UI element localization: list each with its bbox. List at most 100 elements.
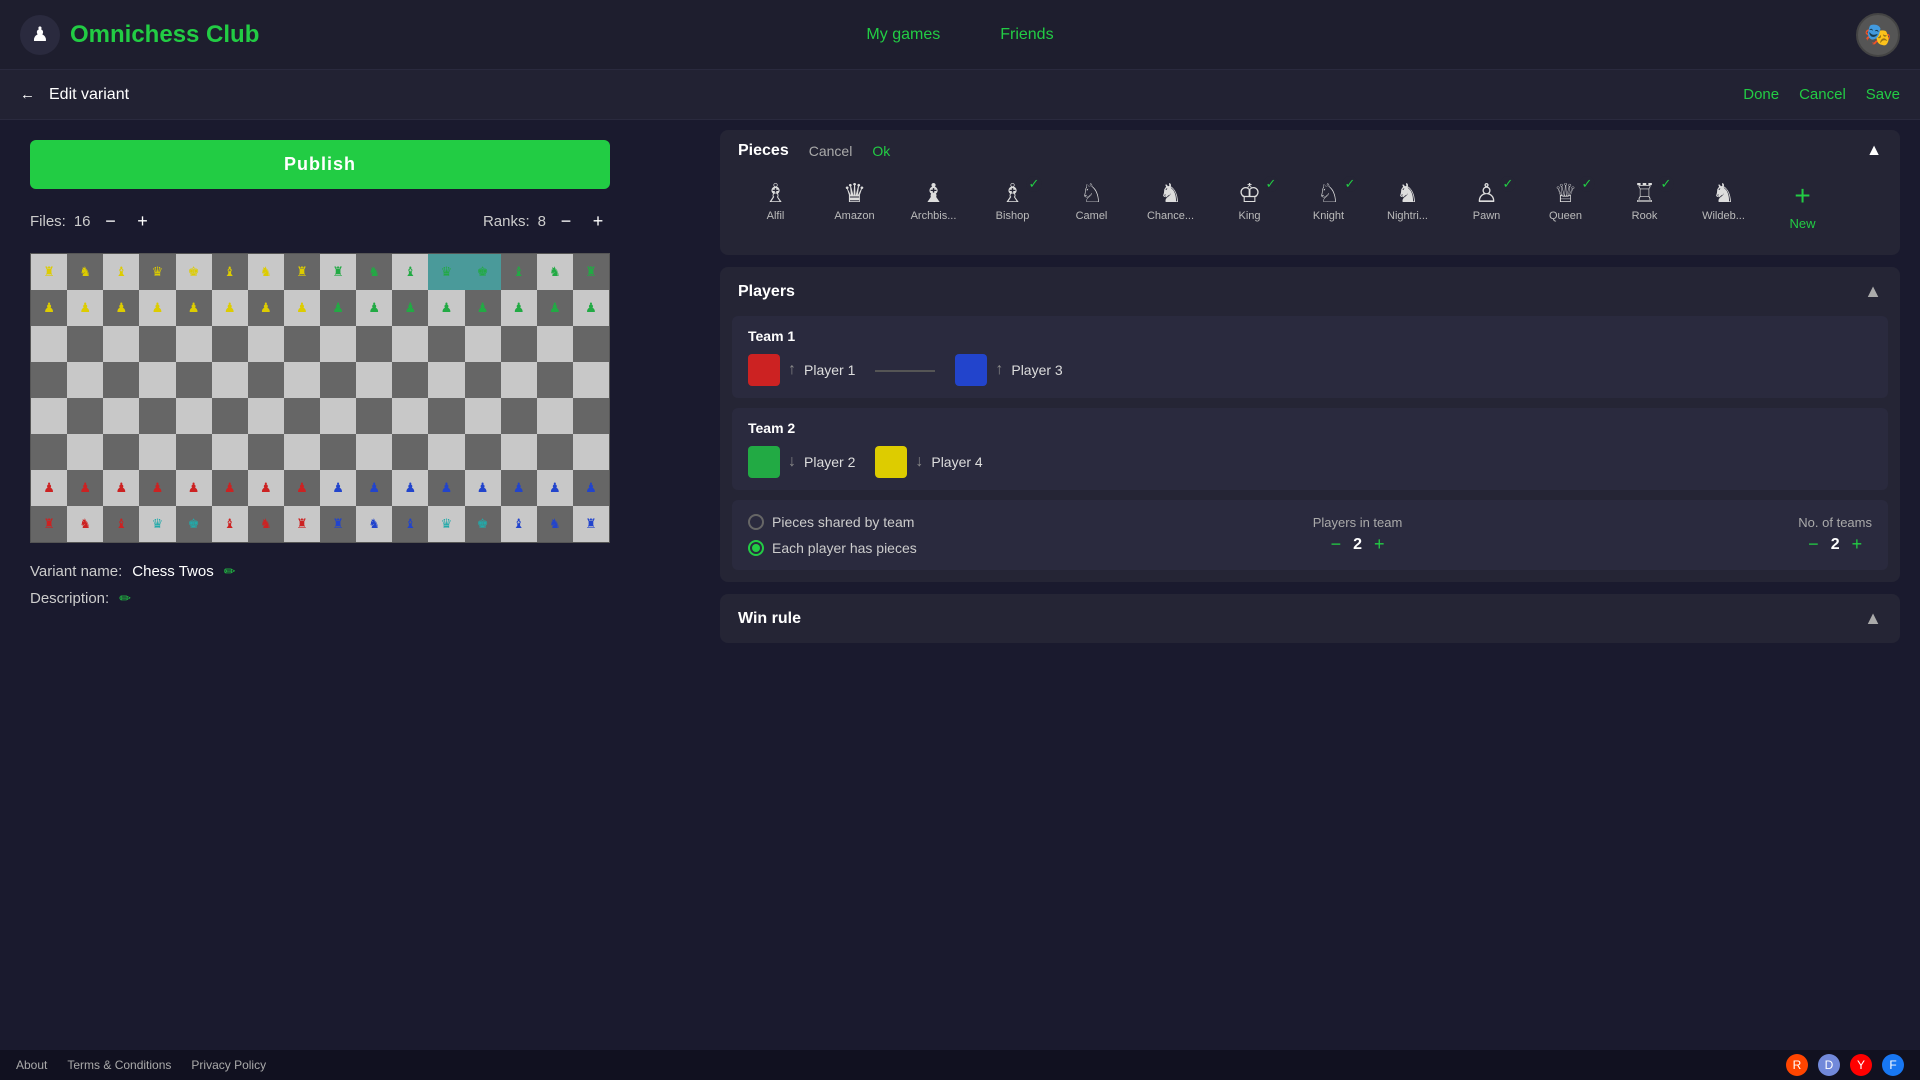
chess-cell[interactable]: ♟ [176, 470, 212, 506]
chess-cell[interactable]: ♚ [176, 254, 212, 290]
chess-cell[interactable]: ♟ [248, 470, 284, 506]
chess-cell[interactable]: ♞ [356, 254, 392, 290]
chess-cell[interactable]: ♟ [176, 290, 212, 326]
files-decrease-button[interactable]: − [99, 209, 123, 233]
discord-icon[interactable]: D [1818, 1054, 1840, 1076]
chess-cell[interactable]: ♝ [103, 506, 139, 542]
chess-cell[interactable] [176, 362, 212, 398]
chess-cell[interactable]: ♟ [67, 290, 103, 326]
chess-board[interactable]: ♜♞♝♛♚♝♞♜♜♞♝♛♚♝♞♜♟♟♟♟♟♟♟♟♟♟♟♟♟♟♟♟♟♟♟♟♟♟♟♟… [30, 253, 610, 543]
piece-item[interactable]: ♞ Nightri... [1370, 172, 1445, 239]
chess-cell[interactable]: ♟ [284, 470, 320, 506]
chess-cell[interactable]: ♟ [139, 470, 175, 506]
chess-cell[interactable]: ♟ [537, 290, 573, 326]
chess-cell[interactable] [67, 362, 103, 398]
chess-cell[interactable] [573, 362, 609, 398]
piece-item[interactable]: ♗ Bishop ✓ [975, 172, 1050, 239]
chess-cell[interactable] [392, 398, 428, 434]
no-of-teams-increase[interactable]: + [1852, 534, 1863, 555]
chess-cell[interactable]: ♟ [428, 290, 464, 326]
chess-cell[interactable] [428, 398, 464, 434]
footer-terms[interactable]: Terms & Conditions [67, 1058, 171, 1072]
youtube-icon[interactable]: Y [1850, 1054, 1872, 1076]
chess-cell[interactable]: ♟ [284, 290, 320, 326]
chess-cell[interactable] [212, 362, 248, 398]
done-button[interactable]: Done [1743, 86, 1779, 103]
piece-item[interactable]: ♘ Camel [1054, 172, 1129, 239]
chess-cell[interactable] [356, 362, 392, 398]
chess-cell[interactable] [139, 434, 175, 470]
chess-cell[interactable]: ♟ [501, 290, 537, 326]
piece-item[interactable]: ♘ Knight ✓ [1291, 172, 1366, 239]
piece-item[interactable]: ♞ Wildeb... [1686, 172, 1761, 239]
files-increase-button[interactable]: + [131, 209, 155, 233]
chess-cell[interactable] [537, 326, 573, 362]
chess-cell[interactable] [67, 398, 103, 434]
chess-cell[interactable]: ♞ [67, 506, 103, 542]
chess-cell[interactable]: ♜ [320, 506, 356, 542]
chess-cell[interactable]: ♟ [428, 470, 464, 506]
chess-cell[interactable] [139, 398, 175, 434]
chess-cell[interactable]: ♟ [501, 470, 537, 506]
piece-item[interactable]: ♛ Amazon [817, 172, 892, 239]
chess-cell[interactable] [428, 434, 464, 470]
chess-cell[interactable] [392, 434, 428, 470]
chess-cell[interactable]: ♜ [31, 254, 67, 290]
chess-cell[interactable] [392, 362, 428, 398]
chess-cell[interactable] [212, 398, 248, 434]
chess-cell[interactable] [356, 434, 392, 470]
chess-cell[interactable] [465, 362, 501, 398]
chess-cell[interactable] [103, 398, 139, 434]
chess-cell[interactable]: ♟ [392, 290, 428, 326]
chess-cell[interactable] [573, 434, 609, 470]
chess-cell[interactable]: ♝ [501, 506, 537, 542]
ranks-decrease-button[interactable]: − [554, 209, 578, 233]
pieces-cancel-button[interactable]: Cancel [809, 143, 853, 159]
chess-cell[interactable] [103, 434, 139, 470]
chess-cell[interactable] [31, 398, 67, 434]
piece-item[interactable]: ♙ Pawn ✓ [1449, 172, 1524, 239]
chess-cell[interactable]: ♜ [573, 254, 609, 290]
avatar[interactable]: 🎭 [1856, 13, 1900, 57]
chess-cell[interactable]: ♝ [103, 254, 139, 290]
chess-cell[interactable]: ♝ [212, 254, 248, 290]
chess-cell[interactable] [320, 362, 356, 398]
chess-cell[interactable]: ♞ [67, 254, 103, 290]
chess-cell[interactable] [501, 434, 537, 470]
chess-cell[interactable] [284, 326, 320, 362]
chess-cell[interactable] [537, 434, 573, 470]
chess-cell[interactable]: ♛ [428, 254, 464, 290]
chess-cell[interactable] [67, 326, 103, 362]
chess-cell[interactable]: ♛ [139, 506, 175, 542]
chess-cell[interactable] [31, 434, 67, 470]
chess-cell[interactable] [428, 362, 464, 398]
save-button[interactable]: Save [1866, 86, 1900, 103]
chess-cell[interactable] [537, 362, 573, 398]
chess-cell[interactable] [284, 398, 320, 434]
chess-cell[interactable] [248, 326, 284, 362]
variant-name-edit-icon[interactable]: ✏ [224, 563, 236, 580]
ranks-increase-button[interactable]: + [586, 209, 610, 233]
description-edit-icon[interactable]: ✏ [119, 590, 131, 607]
chess-cell[interactable] [573, 398, 609, 434]
players-in-team-increase[interactable]: + [1374, 534, 1385, 555]
chess-cell[interactable]: ♟ [356, 290, 392, 326]
chess-cell[interactable]: ♟ [103, 470, 139, 506]
pieces-ok-button[interactable]: Ok [872, 143, 890, 159]
chess-cell[interactable] [356, 326, 392, 362]
chess-cell[interactable] [248, 398, 284, 434]
chess-cell[interactable]: ♟ [537, 470, 573, 506]
chess-cell[interactable] [573, 326, 609, 362]
chess-cell[interactable] [176, 326, 212, 362]
piece-item[interactable]: +New [1765, 172, 1840, 239]
chess-cell[interactable] [320, 398, 356, 434]
chess-cell[interactable]: ♚ [176, 506, 212, 542]
pieces-collapse-button[interactable]: ▲ [1866, 142, 1882, 160]
chess-cell[interactable] [248, 434, 284, 470]
chess-cell[interactable]: ♞ [248, 254, 284, 290]
chess-cell[interactable] [176, 398, 212, 434]
piece-item[interactable]: ♖ Rook ✓ [1607, 172, 1682, 239]
chess-cell[interactable]: ♜ [31, 506, 67, 542]
chess-cell[interactable]: ♟ [465, 470, 501, 506]
piece-item[interactable]: ♕ Queen ✓ [1528, 172, 1603, 239]
